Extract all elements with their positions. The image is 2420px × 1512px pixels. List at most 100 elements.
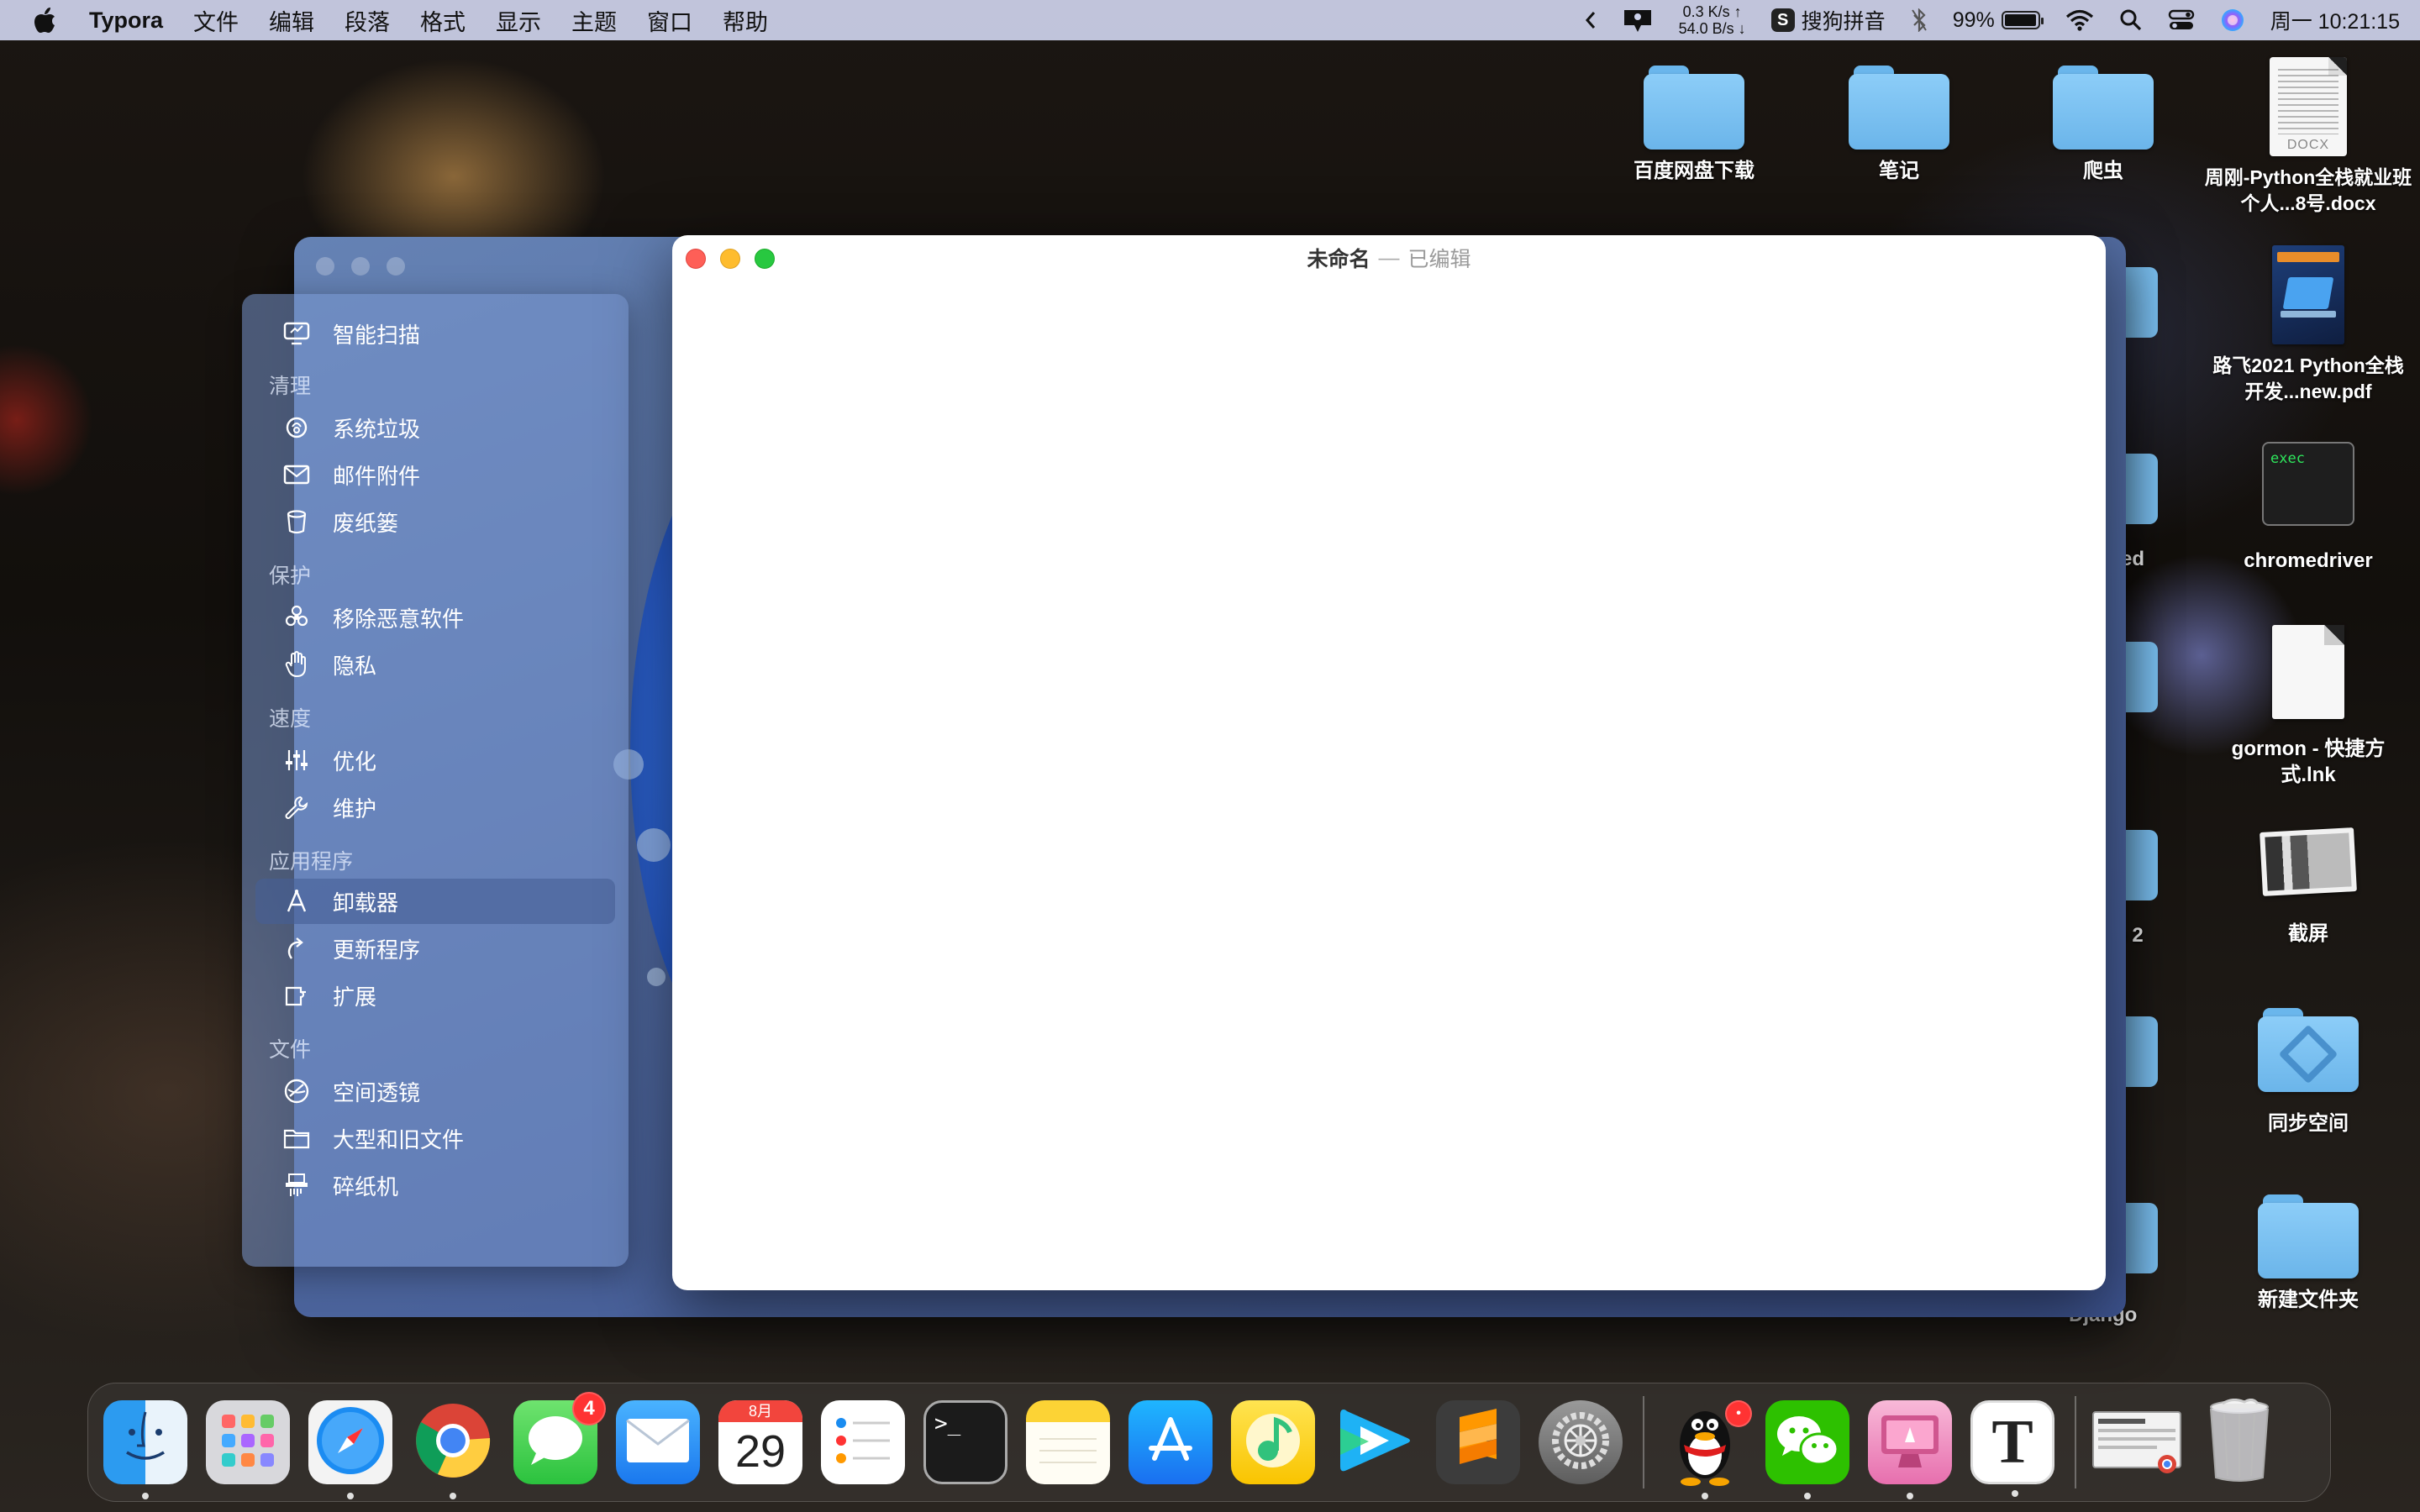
desktop-item-pdf[interactable]: 路飞2021 Python全栈开发...new.pdf [2203, 245, 2413, 405]
sidebar-item-label: 优化 [333, 748, 377, 774]
sidebar-item-label: 大型和旧文件 [333, 1126, 465, 1152]
wifi-icon[interactable] [2065, 9, 2094, 31]
desktop-item-gormon-shortcut[interactable]: gormon - 快捷方式.lnk [2203, 625, 2413, 788]
dock-launchpad[interactable] [206, 1400, 290, 1484]
spotlight-search-icon[interactable] [2119, 8, 2143, 32]
maximize-button[interactable] [755, 249, 775, 269]
settings-icon [1547, 1407, 1614, 1478]
dock-notes[interactable] [1026, 1400, 1110, 1484]
minimize-button[interactable] [351, 257, 370, 276]
dock-downloads-stack[interactable] [2092, 1400, 2181, 1484]
dock-video-player[interactable] [1334, 1400, 1418, 1484]
desktop-item-notes[interactable]: 笔记 [1794, 66, 2004, 184]
sidebar-item-label: 卸载器 [333, 890, 399, 916]
menu-edit[interactable]: 编辑 [269, 4, 314, 37]
desktop-item-docx[interactable]: DOCX 周刚-Python全栈就业班个人...8号.docx [2203, 57, 2413, 217]
running-indicator [1804, 1493, 1811, 1499]
minimize-button[interactable] [720, 249, 740, 269]
sync-folder-icon [2258, 1008, 2359, 1092]
control-center-icon[interactable] [2168, 8, 2195, 32]
desktop-item-label: gormon - 快捷方式.lnk [2231, 738, 2386, 786]
dock-typora[interactable]: T [1970, 1400, 2054, 1497]
sidebar-item-maintenance[interactable]: 维护 [255, 785, 615, 830]
sidebar-section-title: 文件 [269, 1038, 312, 1062]
desktop-item-chromedriver[interactable]: exec chromedriver [2203, 442, 2413, 574]
wechat-icon [1774, 1412, 1841, 1473]
title-bar[interactable]: 未命名 — 已编辑 [672, 235, 2106, 281]
dock-messages[interactable]: 4 [513, 1392, 606, 1484]
menu-file[interactable]: 文件 [193, 4, 239, 37]
cleanmymac-sidebar: 智能扫描 清理 系统垃圾 邮件附件 废纸篓 保护 移除恶意软件 隐私 速度 优化… [242, 294, 629, 1267]
menu-view[interactable]: 显示 [496, 4, 541, 37]
dock-chrome[interactable] [411, 1400, 495, 1499]
menu-window[interactable]: 窗口 [647, 4, 692, 37]
sidebar-item-extensions[interactable]: 扩展 [255, 973, 615, 1018]
dock-mail[interactable] [616, 1400, 700, 1484]
dock-finder[interactable] [103, 1400, 187, 1499]
chevron-left-icon[interactable] [1585, 10, 1597, 30]
dock-system-preferences[interactable] [1539, 1400, 1623, 1484]
menu-format[interactable]: 格式 [420, 4, 466, 37]
sidebar-item-smart-scan[interactable]: 智能扫描 [255, 311, 615, 356]
sidebar-item-mail-attachments[interactable]: 邮件附件 [255, 452, 615, 497]
sidebar-item-space-lens[interactable]: 空间透镜 [255, 1068, 615, 1114]
desktop-item-baidu-download[interactable]: 百度网盘下载 [1589, 66, 1799, 184]
desktop-item-screenshots[interactable]: 截屏 [2203, 827, 2413, 947]
bartender-icon[interactable] [1622, 7, 1654, 34]
sidebar-item-updater[interactable]: 更新程序 [255, 926, 615, 971]
menu-help[interactable]: 帮助 [723, 4, 768, 37]
pdf-file-icon [2272, 245, 2344, 344]
apple-menu-icon[interactable] [32, 6, 59, 34]
dock-calendar[interactable]: 8月 29 [718, 1400, 802, 1484]
dock-qq-music[interactable] [1231, 1400, 1315, 1484]
cleanmymac-icon [1876, 1409, 1944, 1477]
dock-qq[interactable]: • [1663, 1400, 1752, 1499]
sidebar-item-large-old-files[interactable]: 大型和旧文件 [255, 1116, 615, 1161]
pdf-cover-title [2277, 252, 2339, 262]
battery-status[interactable]: 99% [1953, 8, 2044, 33]
sidebar-item-uninstaller[interactable]: 卸载器 [255, 879, 615, 924]
sidebar-item-label: 废纸篓 [333, 510, 399, 536]
menu-typora[interactable]: Typora [89, 8, 163, 34]
notification-badge: 4 [572, 1392, 606, 1425]
menu-paragraph[interactable]: 段落 [345, 4, 390, 37]
network-speed[interactable]: 0.3 K/s ↑ 54.0 B/s ↓ [1679, 3, 1746, 37]
input-method[interactable]: S 搜狗拼音 [1770, 5, 1886, 35]
running-indicator [142, 1493, 149, 1499]
dock-sublime-text[interactable] [1436, 1400, 1520, 1484]
dock-wechat[interactable] [1765, 1400, 1849, 1499]
sidebar-item-trash[interactable]: 废纸篓 [255, 499, 615, 544]
sidebar-item-privacy[interactable]: 隐私 [255, 642, 615, 687]
close-button[interactable] [316, 257, 334, 276]
window-controls-inactive [316, 257, 405, 276]
bluetooth-off-icon[interactable] [1911, 8, 1928, 32]
dock-app-store[interactable] [1128, 1400, 1213, 1484]
dock-separator [2075, 1396, 2076, 1488]
close-button[interactable] [686, 249, 706, 269]
desktop-item-crawler[interactable]: 爬虫 [1998, 66, 2208, 184]
sidebar-section-title: 应用程序 [269, 850, 354, 874]
sidebar-item-system-junk[interactable]: 系统垃圾 [255, 405, 615, 450]
dock-trash[interactable] [2197, 1398, 2281, 1484]
sidebar-item-malware-removal[interactable]: 移除恶意软件 [255, 595, 615, 640]
desktop-item-label: 笔记 [1879, 160, 1919, 182]
typora-window[interactable]: 未命名 — 已编辑 [672, 235, 2106, 1290]
running-indicator [1702, 1493, 1708, 1499]
sidebar-item-label: 邮件附件 [333, 463, 421, 489]
siri-icon[interactable] [2220, 8, 2245, 33]
finder-icon [112, 1407, 179, 1478]
clock[interactable]: 周一 10:21:15 [2270, 5, 2400, 35]
sidebar-item-optimization[interactable]: 优化 [255, 738, 615, 783]
dock-cleanmymac[interactable] [1868, 1400, 1952, 1499]
running-indicator [1907, 1493, 1913, 1499]
menu-theme[interactable]: 主题 [571, 4, 617, 37]
desktop-item-new-folder[interactable]: 新建文件夹 [2203, 1194, 2413, 1313]
sidebar-item-shredder[interactable]: 碎纸机 [255, 1163, 615, 1208]
maximize-button[interactable] [387, 257, 405, 276]
dock-reminders[interactable] [821, 1400, 905, 1484]
dock-terminal[interactable]: >_ [923, 1400, 1007, 1484]
desktop-item-sync-space[interactable]: 同步空间 [2203, 1008, 2413, 1137]
editor-area[interactable] [672, 281, 2106, 1290]
dock-safari[interactable] [308, 1400, 392, 1499]
net-upload: 0.3 K/s ↑ [1682, 3, 1742, 20]
